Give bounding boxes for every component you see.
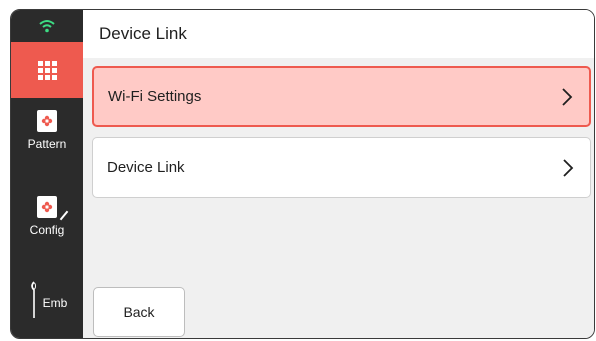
back-button[interactable]: Back <box>93 287 185 337</box>
sidebar-item-emb[interactable]: Emb <box>11 280 83 320</box>
sidebar-item-pattern[interactable]: Pattern <box>11 110 83 151</box>
pencil-icon <box>59 210 69 221</box>
wifi-status <box>11 10 83 42</box>
wifi-icon <box>39 20 55 33</box>
sidebar-item-config[interactable]: Config <box>11 196 83 237</box>
pattern-icon <box>37 110 57 132</box>
chevron-right-icon <box>562 87 573 106</box>
home-button[interactable] <box>11 42 83 98</box>
device-screen: Pattern Config Emb Device Link Wi-Fi Set… <box>10 9 595 339</box>
chevron-right-icon <box>563 158 574 177</box>
sidebar-item-label: Pattern <box>27 137 67 151</box>
sidebar-item-label: Config <box>29 223 65 237</box>
menu-item-label: Wi-Fi Settings <box>108 88 202 105</box>
needle-icon <box>30 281 36 318</box>
apps-grid-icon <box>37 60 57 80</box>
page-title: Device Link <box>83 10 594 58</box>
sidebar-item-label: Emb <box>42 296 68 310</box>
menu-item-wifi-settings[interactable]: Wi-Fi Settings <box>92 66 591 127</box>
main-panel: Device Link Wi-Fi Settings Device Link B… <box>83 10 594 338</box>
sidebar: Pattern Config Emb <box>11 10 83 338</box>
menu-item-device-link[interactable]: Device Link <box>92 137 591 198</box>
menu-item-label: Device Link <box>107 159 185 176</box>
config-icon <box>37 196 69 221</box>
